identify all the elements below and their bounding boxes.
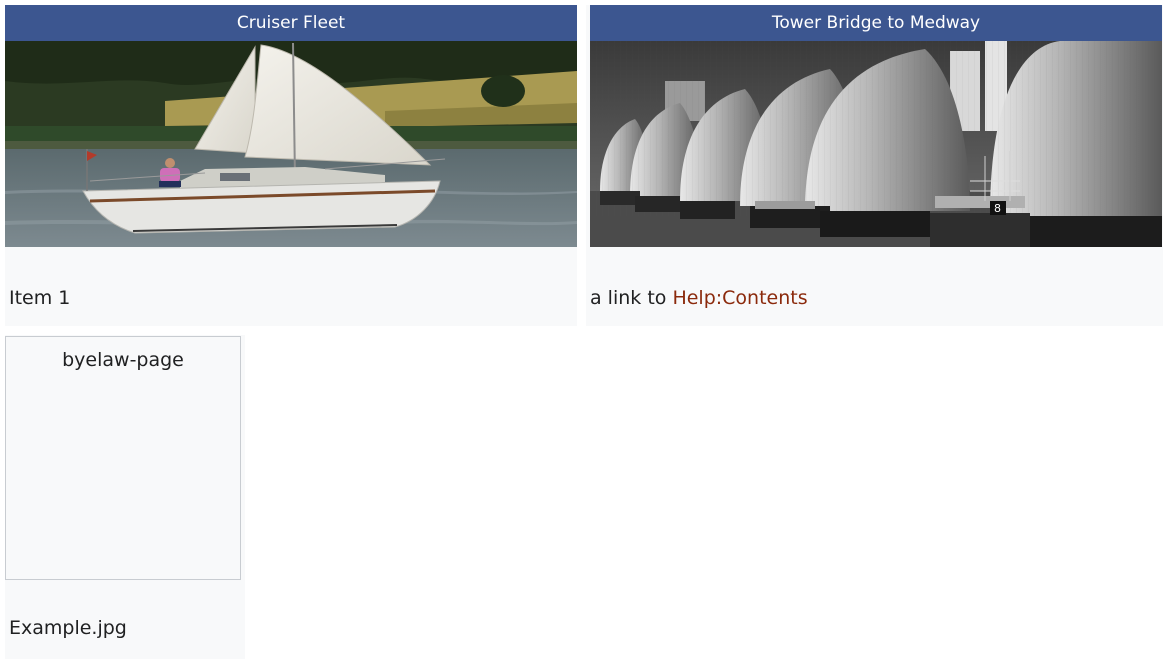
card-header: Cruiser Fleet: [5, 5, 577, 41]
caption-prefix: a link to: [590, 287, 673, 309]
svg-text:8: 8: [994, 202, 1001, 215]
card-caption: a link to Help:Contents: [590, 287, 808, 309]
gallery-caption: Example.jpg: [9, 617, 127, 639]
sailboat-image[interactable]: [5, 41, 577, 247]
card-header: Tower Bridge to Medway: [590, 5, 1162, 41]
placeholder-label: byelaw-page: [62, 349, 184, 371]
card-cruiser-fleet: Cruiser Fleet Item 1: [5, 5, 577, 326]
gallery-item: byelaw-page Example.jpg: [5, 335, 245, 659]
thames-barrier-image[interactable]: 8: [590, 41, 1162, 247]
help-contents-link[interactable]: Help:Contents: [672, 287, 807, 309]
image-placeholder[interactable]: byelaw-page: [5, 336, 241, 580]
card-tower-bridge-to-medway: Tower Bridge to Medway 8 a link to Help:…: [586, 5, 1163, 326]
card-caption: Item 1: [9, 287, 71, 309]
